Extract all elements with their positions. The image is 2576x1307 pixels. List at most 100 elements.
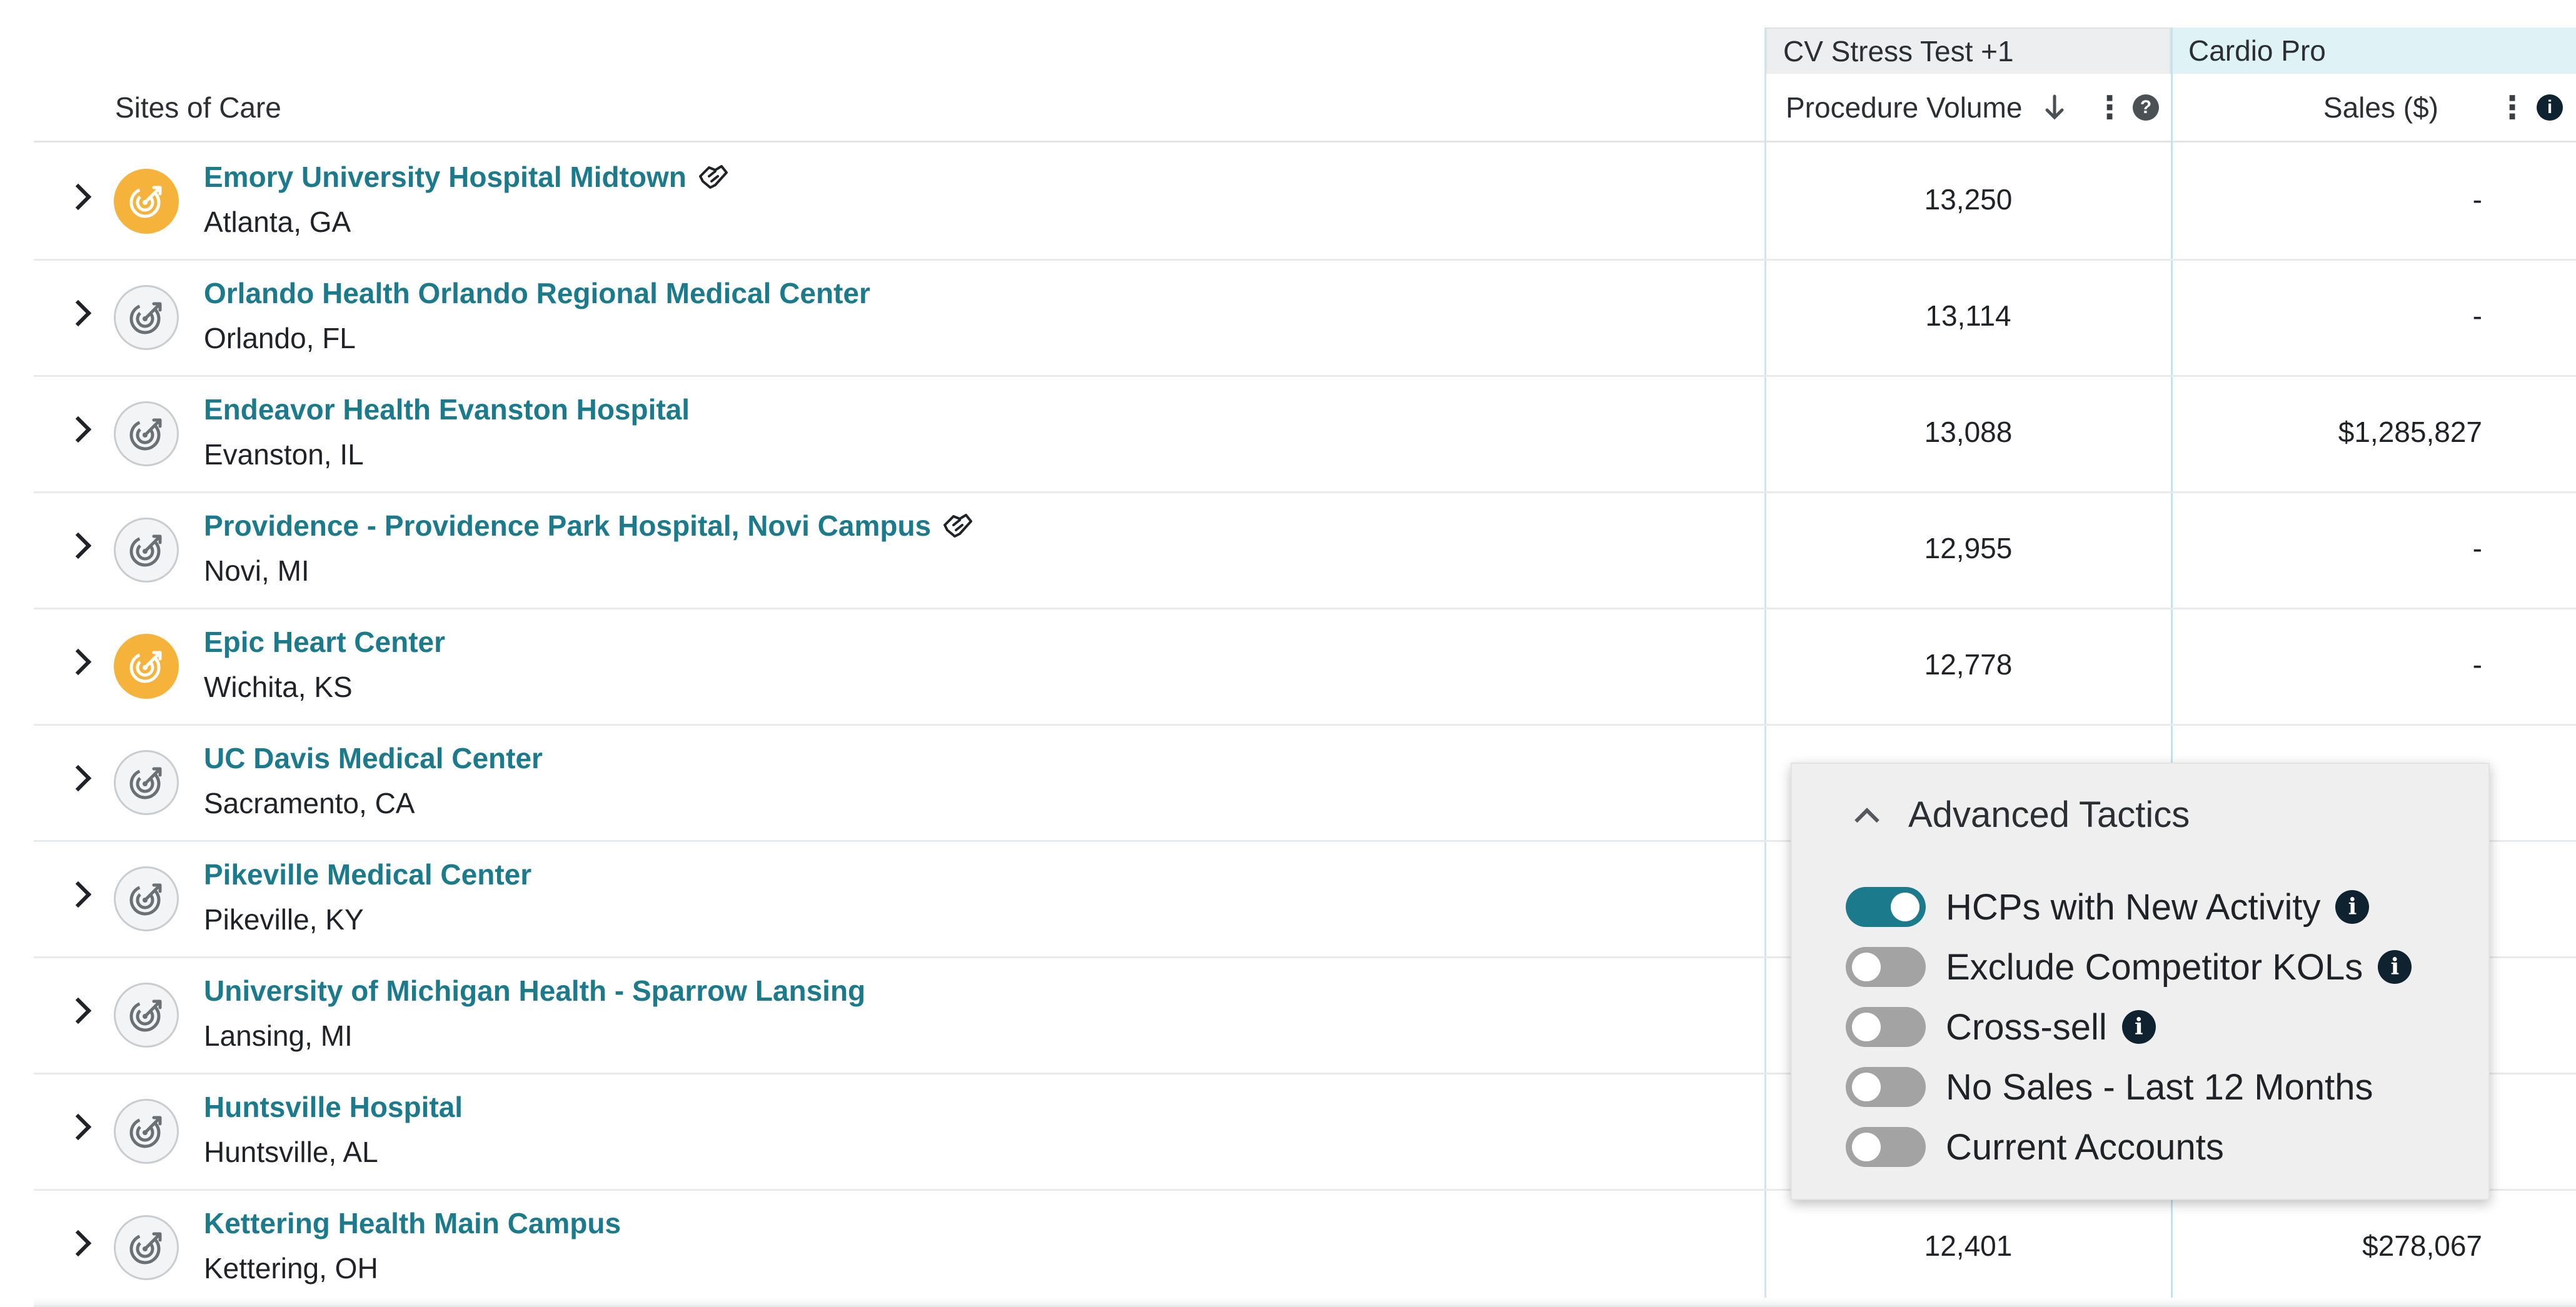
- group-header-label: Cardio Pro: [2188, 34, 2326, 67]
- toggle-switch[interactable]: [1846, 1067, 1926, 1107]
- group-header-cardio-pro: Cardio Pro: [2172, 28, 2576, 74]
- target-icon[interactable]: [114, 1215, 179, 1280]
- site-name-text[interactable]: Epic Heart Center: [204, 625, 445, 659]
- toggle-knob: [1891, 893, 1919, 921]
- site-location: Novi, MI: [204, 554, 309, 587]
- kebab-menu-icon[interactable]: ⋮: [2497, 92, 2528, 123]
- toggle-switch[interactable]: [1846, 1127, 1926, 1167]
- site-location: Atlanta, GA: [204, 206, 351, 238]
- chevron-right-icon[interactable]: [64, 299, 92, 327]
- site-name-link[interactable]: Endeavor Health Evanston Hospital: [204, 393, 690, 426]
- site-name-text[interactable]: University of Michigan Health - Sparrow …: [204, 974, 865, 1008]
- table-row[interactable]: Endeavor Health Evanston Hospital Evansto…: [34, 375, 2576, 493]
- sort-desc-icon[interactable]: [2041, 94, 2068, 121]
- table-row[interactable]: Orlando Health Orlando Regional Medical …: [34, 259, 2576, 377]
- toggle-switch[interactable]: [1846, 887, 1926, 927]
- procedure-volume-value: 12,955: [1924, 532, 2013, 564]
- chevron-right-icon[interactable]: [64, 532, 92, 559]
- target-icon[interactable]: [114, 983, 179, 1048]
- chevron-right-icon[interactable]: [64, 183, 92, 211]
- chevron-right-icon[interactable]: [64, 997, 92, 1024]
- site-name-text[interactable]: Kettering Health Main Campus: [204, 1206, 621, 1240]
- site-location: Pikeville, KY: [204, 903, 364, 936]
- sales-value: -: [2472, 183, 2482, 216]
- chevron-right-icon[interactable]: [64, 648, 92, 676]
- chevron-up-icon[interactable]: [1854, 808, 1879, 833]
- site-location: Evanston, IL: [204, 438, 364, 471]
- info-icon[interactable]: i: [2121, 1010, 2156, 1044]
- sales-value: -: [2472, 299, 2482, 332]
- target-icon[interactable]: [114, 866, 179, 931]
- tactic-toggle-row[interactable]: Cross-sell i: [1846, 1005, 2156, 1049]
- site-name-link[interactable]: UC Davis Medical Center: [204, 741, 543, 775]
- site-name-text[interactable]: Orlando Health Orlando Regional Medical …: [204, 276, 870, 310]
- site-name-link[interactable]: Emory University Hospital Midtown: [204, 160, 729, 194]
- column-header-sales[interactable]: Sales ($): [2323, 83, 2438, 133]
- site-name-text[interactable]: Providence - Providence Park Hospital, N…: [204, 509, 931, 543]
- toggle-switch[interactable]: [1846, 1007, 1926, 1047]
- info-icon[interactable]: i: [2335, 890, 2370, 924]
- tactic-toggle-row[interactable]: Current Accounts: [1846, 1125, 2224, 1169]
- site-name-link[interactable]: Huntsville Hospital: [204, 1090, 463, 1124]
- site-name-link[interactable]: Orlando Health Orlando Regional Medical …: [204, 276, 870, 310]
- site-name-text[interactable]: UC Davis Medical Center: [204, 741, 543, 775]
- kebab-menu-icon[interactable]: ⋮: [2094, 92, 2125, 123]
- site-location: Orlando, FL: [204, 322, 356, 354]
- table-bottom-edge: [34, 1298, 2576, 1305]
- table-row[interactable]: Providence - Providence Park Hospital, N…: [34, 491, 2576, 609]
- toggle-label: No Sales - Last 12 Months: [1946, 1066, 2373, 1108]
- procedure-volume-value: 13,088: [1924, 416, 2013, 448]
- target-icon[interactable]: [114, 750, 179, 815]
- site-name-link[interactable]: Kettering Health Main Campus: [204, 1206, 621, 1240]
- sales-value: -: [2472, 648, 2482, 681]
- toggle-knob: [1852, 1133, 1881, 1161]
- procedure-volume-value: 13,114: [1925, 299, 2011, 332]
- toggle-switch[interactable]: [1846, 947, 1926, 987]
- info-icon[interactable]: i: [2378, 950, 2412, 984]
- table-row[interactable]: Emory University Hospital Midtown Atlant…: [34, 143, 2576, 261]
- sales-value: $278,067: [2362, 1229, 2482, 1262]
- toggle-knob: [1852, 1073, 1881, 1101]
- site-name-link[interactable]: Providence - Providence Park Hospital, N…: [204, 509, 974, 543]
- site-name-link[interactable]: University of Michigan Health - Sparrow …: [204, 974, 865, 1008]
- group-header-label: CV Stress Test +1: [1783, 35, 2014, 68]
- site-name-text[interactable]: Endeavor Health Evanston Hospital: [204, 393, 690, 426]
- table-row[interactable]: Kettering Health Main Campus Kettering, O…: [34, 1189, 2576, 1307]
- chevron-right-icon[interactable]: [64, 1113, 92, 1141]
- chevron-right-icon[interactable]: [64, 1229, 92, 1257]
- help-icon[interactable]: ?: [2132, 94, 2160, 121]
- target-icon[interactable]: [114, 169, 179, 234]
- target-icon[interactable]: [114, 401, 179, 466]
- popover-title[interactable]: Advanced Tactics: [1908, 794, 2190, 836]
- site-location: Sacramento, CA: [204, 787, 415, 819]
- tactic-toggle-row[interactable]: No Sales - Last 12 Months: [1846, 1065, 2373, 1109]
- site-location: Kettering, OH: [204, 1252, 378, 1284]
- site-name-text[interactable]: Huntsville Hospital: [204, 1090, 463, 1124]
- chevron-right-icon[interactable]: [64, 881, 92, 908]
- toggle-label: Cross-sell: [1946, 1006, 2107, 1048]
- info-icon[interactable]: i: [2536, 94, 2563, 121]
- toggle-knob: [1852, 953, 1881, 981]
- site-name-link[interactable]: Pikeville Medical Center: [204, 858, 531, 891]
- handshake-icon: [697, 163, 729, 191]
- column-header-procedure-volume[interactable]: Procedure Volume: [1786, 83, 2022, 133]
- site-name-text[interactable]: Pikeville Medical Center: [204, 858, 531, 891]
- toggle-label: Current Accounts: [1946, 1126, 2224, 1168]
- site-name-text[interactable]: Emory University Hospital Midtown: [204, 160, 687, 194]
- site-location: Lansing, MI: [204, 1019, 353, 1052]
- chevron-right-icon[interactable]: [64, 764, 92, 792]
- target-icon[interactable]: [114, 1099, 179, 1164]
- toggle-label: HCPs with New Activity: [1946, 886, 2321, 928]
- table-row[interactable]: Epic Heart Center Wichita, KS 12,778 -: [34, 608, 2576, 726]
- site-name-link[interactable]: Epic Heart Center: [204, 625, 445, 659]
- target-icon[interactable]: [114, 285, 179, 350]
- sales-value: -: [2472, 532, 2482, 564]
- target-icon[interactable]: [114, 634, 179, 699]
- column-header-sites-of-care[interactable]: Sites of Care: [115, 83, 281, 133]
- tactic-toggle-row[interactable]: Exclude Competitor KOLs i: [1846, 945, 2412, 989]
- toggle-label: Exclude Competitor KOLs: [1946, 946, 2363, 988]
- procedure-volume-value: 12,401: [1924, 1229, 2013, 1262]
- tactic-toggle-row[interactable]: HCPs with New Activity i: [1846, 885, 2370, 929]
- chevron-right-icon[interactable]: [64, 416, 92, 443]
- target-icon[interactable]: [114, 518, 179, 583]
